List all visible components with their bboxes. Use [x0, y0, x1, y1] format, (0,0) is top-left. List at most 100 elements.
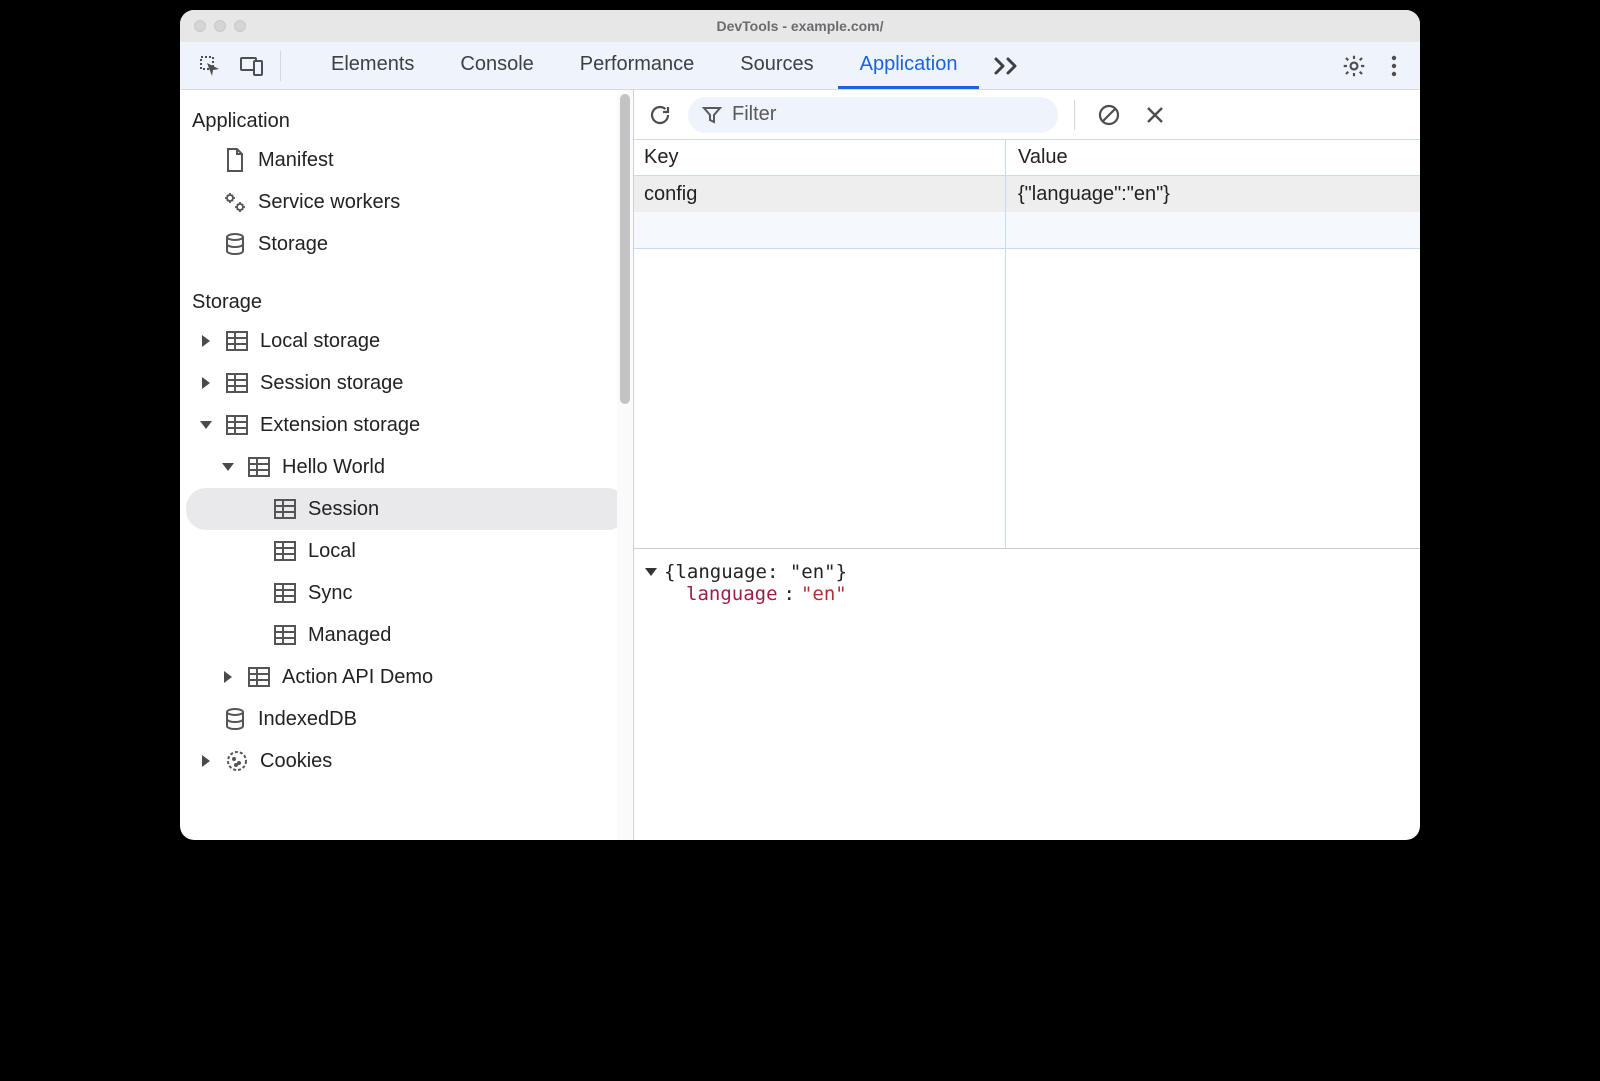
sidebar-item-session-storage[interactable]: Session storage [180, 362, 633, 404]
main-content: Application Manifest [180, 90, 1420, 840]
toolbar-right [1336, 48, 1412, 84]
cell-key: config [634, 176, 1006, 212]
tab-elements[interactable]: Elements [309, 43, 436, 89]
database-icon [222, 231, 248, 257]
cell-value [1006, 212, 1420, 248]
table-icon [224, 370, 250, 396]
sidebar: Application Manifest [180, 90, 634, 840]
main-toolbar: Elements Console Performance Sources App… [180, 42, 1420, 90]
table-icon [224, 328, 250, 354]
toolbar-divider [280, 51, 281, 81]
filter-placeholder: Filter [732, 103, 776, 126]
table-icon [246, 454, 272, 480]
sidebar-item-label: Cookies [260, 750, 332, 773]
panel-tabs: Elements Console Performance Sources App… [309, 43, 1330, 89]
cell-key [634, 212, 1006, 248]
sidebar-item-label: Managed [308, 624, 391, 647]
column-header-key[interactable]: Key [634, 140, 1006, 175]
sidebar-item-label: Local storage [260, 330, 380, 353]
chevron-down-icon [644, 566, 658, 578]
sidebar-item-hello-world[interactable]: Hello World [180, 446, 633, 488]
tab-application[interactable]: Application [838, 43, 980, 89]
sidebar-item-action-api-demo[interactable]: Action API Demo [180, 656, 633, 698]
sidebar-item-label: Storage [258, 233, 328, 256]
zoom-window-dot[interactable] [234, 20, 246, 32]
delete-selected-icon[interactable] [1137, 97, 1173, 133]
sidebar-item-label: Hello World [282, 456, 385, 479]
section-storage-title: Storage [180, 281, 633, 320]
table-icon [246, 664, 272, 690]
sidebar-item-label: IndexedDB [258, 708, 357, 731]
chevron-right-icon [198, 754, 214, 768]
database-icon [222, 706, 248, 732]
sidebar-item-cookies[interactable]: Cookies [180, 740, 633, 782]
chevron-down-icon [220, 461, 236, 473]
table-icon [272, 622, 298, 648]
filter-icon [702, 105, 722, 125]
storage-table-header: Key Value [634, 140, 1420, 176]
storage-table-body-empty [634, 248, 1420, 548]
sidebar-item-label: Action API Demo [282, 666, 433, 689]
sidebar-item-manifest[interactable]: Manifest [180, 139, 633, 181]
tab-console[interactable]: Console [438, 43, 555, 89]
storage-pane: Filter Key Value config {"language":"en"… [634, 90, 1420, 840]
sidebar-item-local[interactable]: Local [180, 530, 633, 572]
preview-summary: {language: "en"} [664, 561, 847, 583]
storage-table: Key Value config {"language":"en"} [634, 140, 1420, 548]
sidebar-item-indexeddb[interactable]: IndexedDB [180, 698, 633, 740]
preview-property-line[interactable]: language: "en" [686, 583, 1410, 605]
table-icon [272, 538, 298, 564]
sidebar-item-managed[interactable]: Managed [180, 614, 633, 656]
sidebar-scrollbar[interactable] [617, 90, 633, 840]
sidebar-item-sync[interactable]: Sync [180, 572, 633, 614]
settings-gear-icon[interactable] [1336, 48, 1372, 84]
preview-property-key: language [686, 583, 778, 605]
storage-table-row-empty[interactable] [634, 212, 1420, 248]
preview-summary-line[interactable]: {language: "en"} [644, 561, 1410, 583]
device-toolbar-icon[interactable] [234, 48, 270, 84]
more-tabs-chevron-icon[interactable] [985, 56, 1029, 76]
traffic-lights [194, 20, 246, 32]
close-window-dot[interactable] [194, 20, 206, 32]
clear-all-icon[interactable] [1091, 97, 1127, 133]
chevron-right-icon [198, 376, 214, 390]
preview-property-value: "en" [801, 583, 847, 605]
value-preview: {language: "en"} language: "en" [634, 548, 1420, 840]
document-icon [222, 147, 248, 173]
sidebar-item-label: Manifest [258, 149, 334, 172]
sidebar-item-label: Local [308, 540, 356, 563]
toolbar-divider [1074, 100, 1075, 130]
sidebar-item-label: Sync [308, 582, 352, 605]
table-icon [272, 580, 298, 606]
sidebar-item-label: Extension storage [260, 414, 420, 437]
sidebar-item-session[interactable]: Session [186, 488, 627, 530]
chevron-down-icon [198, 419, 214, 431]
sidebar-scrollbar-thumb[interactable] [620, 94, 630, 404]
refresh-icon[interactable] [642, 97, 678, 133]
sidebar-item-storage-top[interactable]: Storage [180, 223, 633, 265]
column-header-value[interactable]: Value [1006, 140, 1420, 175]
chevron-right-icon [198, 334, 214, 348]
sidebar-item-label: Service workers [258, 191, 400, 214]
storage-table-row[interactable]: config {"language":"en"} [634, 176, 1420, 212]
tab-sources[interactable]: Sources [718, 43, 835, 89]
gears-icon [222, 189, 248, 215]
cell-value: {"language":"en"} [1006, 176, 1420, 212]
sidebar-item-local-storage[interactable]: Local storage [180, 320, 633, 362]
inspect-element-icon[interactable] [192, 48, 228, 84]
cookie-icon [224, 748, 250, 774]
chevron-right-icon [220, 670, 236, 684]
devtools-window: DevTools - example.com/ Elements Console… [180, 10, 1420, 840]
sidebar-item-extension-storage[interactable]: Extension storage [180, 404, 633, 446]
preview-colon: : [784, 583, 795, 605]
tab-performance[interactable]: Performance [558, 43, 717, 89]
filter-input[interactable]: Filter [688, 97, 1058, 133]
table-icon [224, 412, 250, 438]
window-titlebar: DevTools - example.com/ [180, 10, 1420, 42]
window-title: DevTools - example.com/ [180, 18, 1420, 34]
sidebar-item-service-workers[interactable]: Service workers [180, 181, 633, 223]
sidebar-item-label: Session storage [260, 372, 403, 395]
section-application-title: Application [180, 100, 633, 139]
more-vert-icon[interactable] [1376, 48, 1412, 84]
minimize-window-dot[interactable] [214, 20, 226, 32]
